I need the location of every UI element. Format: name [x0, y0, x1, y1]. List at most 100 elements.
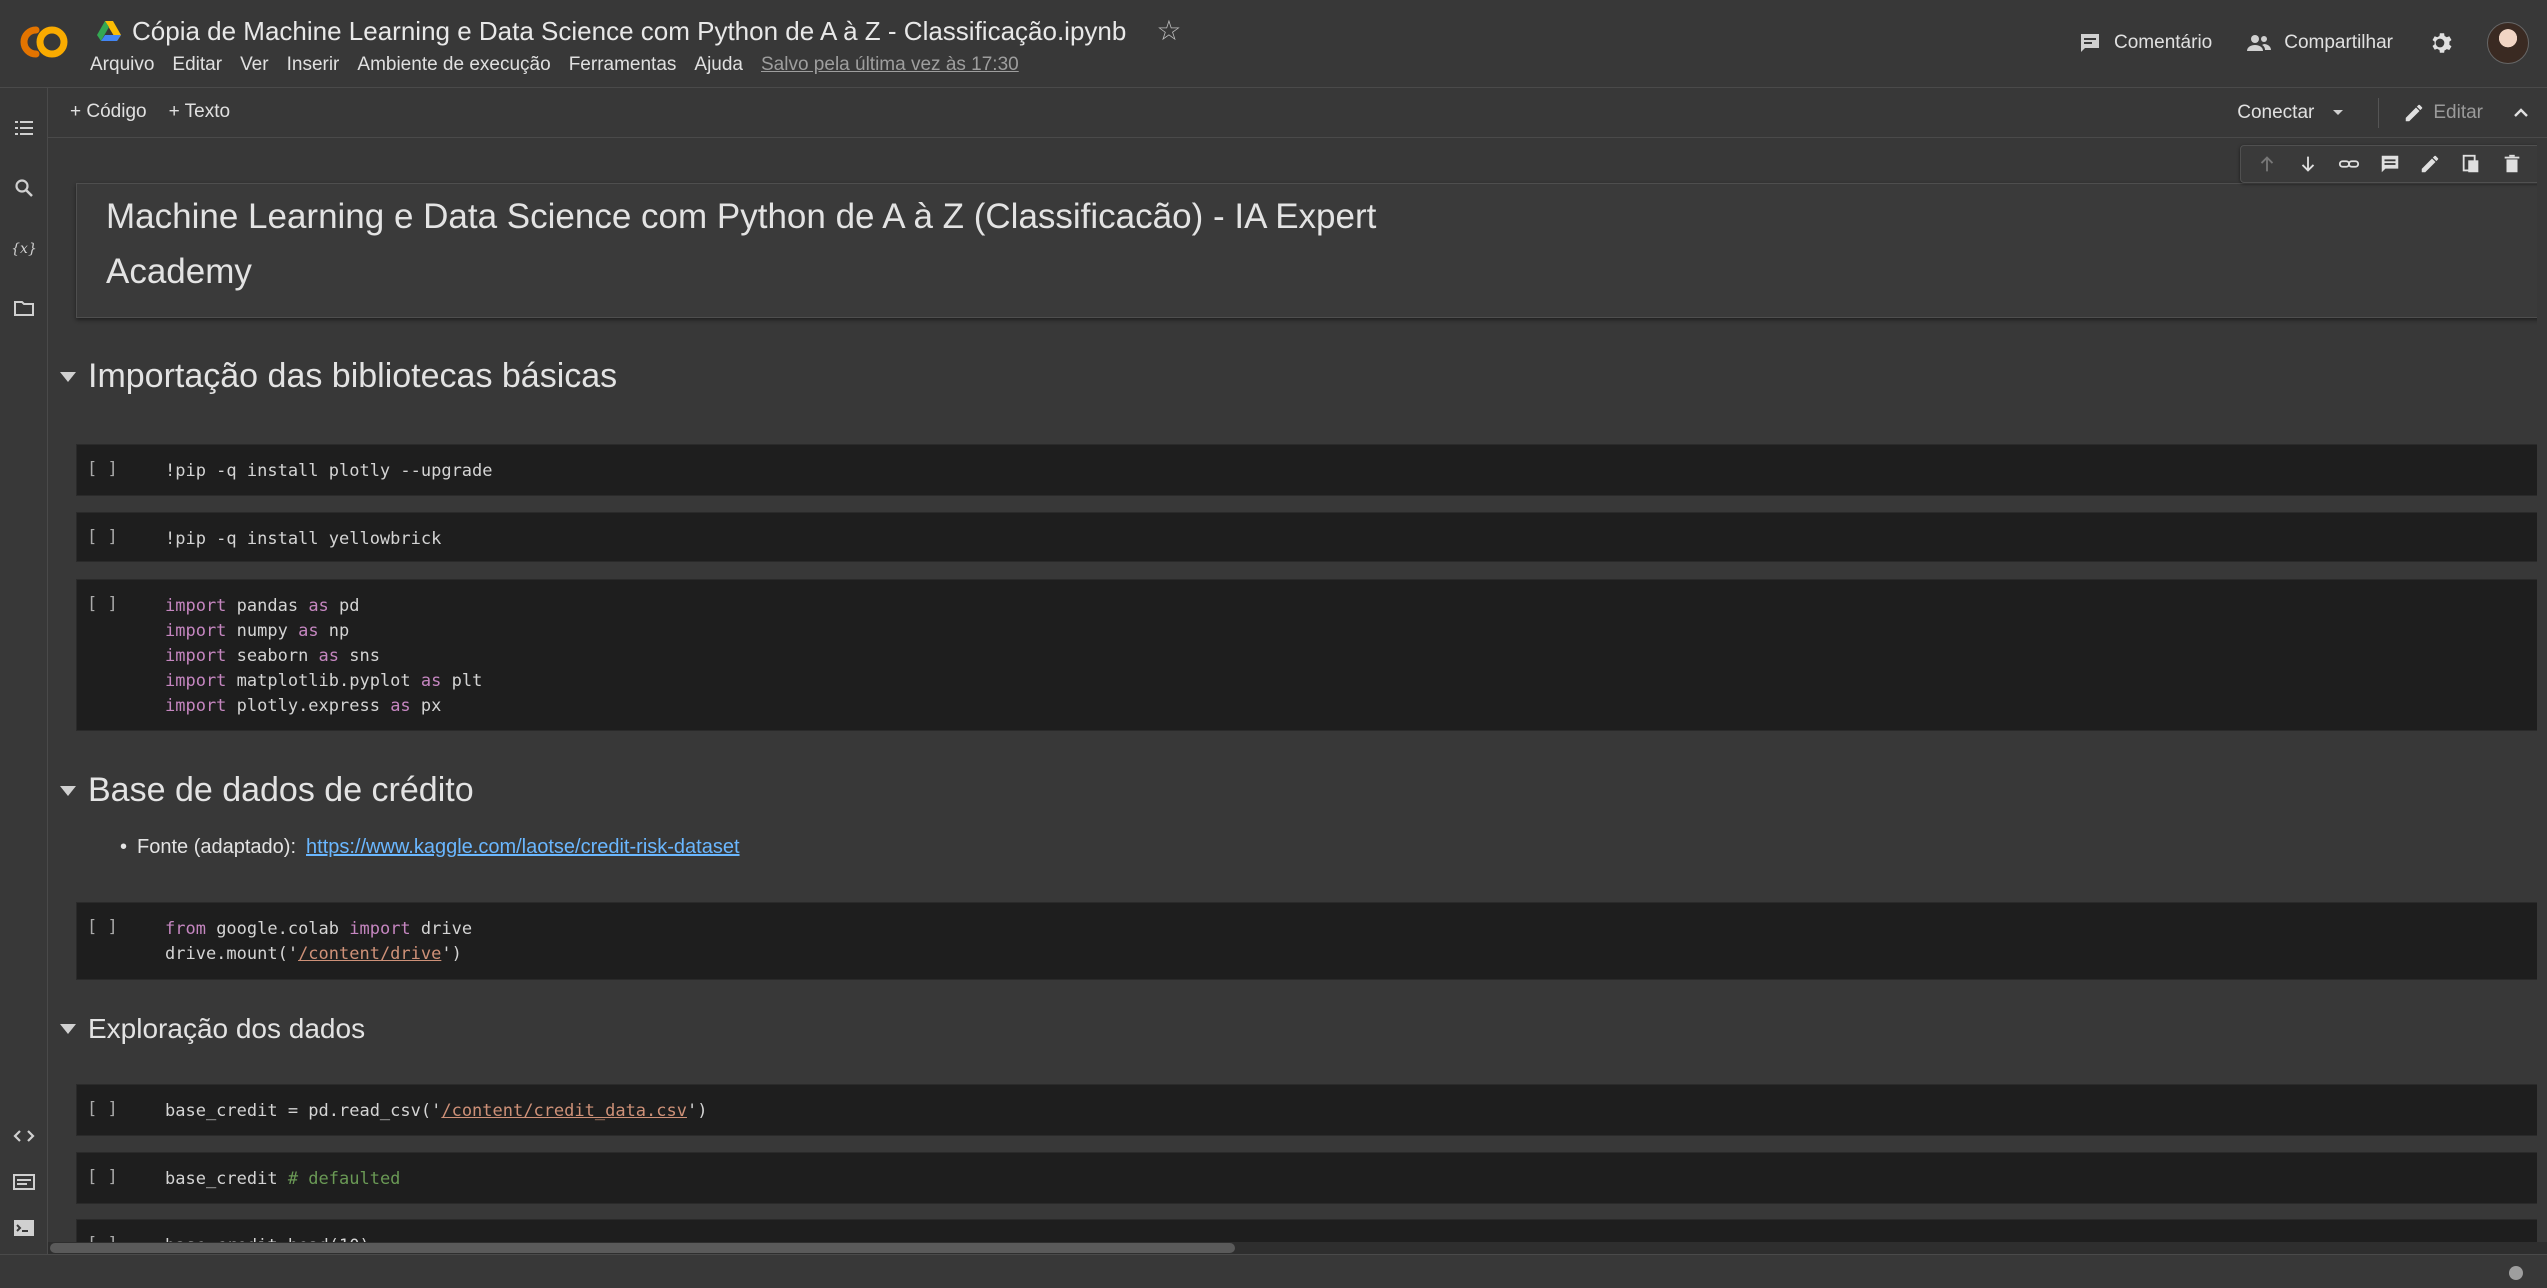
horizontal-scrollbar[interactable]	[48, 1242, 2547, 1254]
terminal-icon[interactable]	[12, 1216, 36, 1240]
run-cell-button[interactable]: [ ]	[87, 917, 118, 937]
add-code-button[interactable]: + Código	[70, 101, 147, 123]
share-button[interactable]: Compartilhar	[2246, 31, 2393, 55]
section-title: Base de dados de crédito	[88, 771, 474, 809]
code-token: drive.mount('	[165, 944, 299, 964]
delete-icon[interactable]	[2501, 153, 2523, 175]
code-keyword: as	[308, 596, 329, 616]
code-cell-base-credit[interactable]: [ ] base_credit # defaulted	[76, 1152, 2541, 1204]
code-string[interactable]: /content/drive	[298, 944, 441, 964]
connect-label: Conectar	[2237, 102, 2315, 123]
code-snippets-icon[interactable]	[12, 1124, 36, 1148]
vertical-scrollbar[interactable]	[2537, 139, 2547, 1244]
code-cell-pip-plotly[interactable]: [ ] !pip -q install plotly --upgrade	[76, 444, 2541, 496]
code-text[interactable]: import pandas as pd import numpy as np i…	[165, 594, 482, 719]
code-cell-pip-yellowbrick[interactable]: [ ] !pip -q install yellowbrick	[76, 512, 2541, 562]
code-token: sns	[339, 646, 380, 666]
code-keyword: import	[349, 919, 411, 939]
code-token: matplotlib.pyplot	[226, 671, 421, 691]
comment-button[interactable]: Comentário	[2078, 31, 2212, 55]
chevron-up-icon[interactable]	[2509, 101, 2533, 125]
code-token: drive	[410, 919, 473, 939]
run-cell-button[interactable]: [ ]	[87, 1099, 118, 1119]
document-title-row: Cópia de Machine Learning e Data Science…	[96, 14, 1181, 48]
code-text[interactable]: !pip -q install yellowbrick	[165, 527, 441, 552]
code-keyword: import	[165, 671, 227, 691]
code-token: seaborn	[226, 646, 319, 666]
menu-ver[interactable]: Ver	[240, 54, 269, 76]
menu-inserir[interactable]: Inserir	[287, 54, 340, 76]
move-down-icon[interactable]	[2297, 153, 2319, 175]
edit-button[interactable]: Editar	[2378, 98, 2483, 128]
gear-icon[interactable]	[2427, 30, 2453, 56]
menu-ambiente[interactable]: Ambiente de execução	[357, 54, 550, 76]
folder-icon[interactable]	[12, 296, 36, 320]
colab-logo[interactable]	[14, 22, 72, 62]
code-text[interactable]: base_credit # defaulted	[165, 1167, 400, 1192]
code-token: plotly.express	[226, 696, 391, 716]
share-icon	[2247, 35, 2272, 51]
code-text[interactable]: !pip -q install plotly --upgrade	[165, 459, 493, 484]
connect-button[interactable]: Conectar	[2229, 98, 2352, 128]
code-string[interactable]: /content/credit_data.csv	[441, 1101, 687, 1121]
code-token: google.colab	[205, 919, 350, 939]
status-bar	[0, 1254, 2547, 1288]
code-cell-drive-mount[interactable]: [ ] from google.colab import drive drive…	[76, 902, 2541, 980]
run-cell-button[interactable]: [ ]	[87, 594, 118, 614]
caret-down-icon[interactable]	[60, 371, 76, 382]
share-label: Compartilhar	[2284, 32, 2393, 53]
toolbar-right: Conectar Editar	[2229, 98, 2533, 128]
code-keyword: import	[165, 696, 227, 716]
caret-down-icon[interactable]	[60, 1024, 76, 1034]
last-saved-link[interactable]: Salvo pela última vez às 17:30	[761, 54, 1019, 76]
section-heading-credit[interactable]: Base de dados de crédito	[56, 771, 474, 810]
source-label: Fonte (adaptado):	[137, 836, 297, 858]
search-icon[interactable]	[12, 176, 36, 200]
code-cell-imports[interactable]: [ ] import pandas as pd import numpy as …	[76, 579, 2541, 731]
user-avatar[interactable]	[2487, 22, 2529, 64]
code-token: ')	[686, 1101, 708, 1121]
notebook-filename[interactable]: Cópia de Machine Learning e Data Science…	[132, 16, 1126, 47]
cell-toolbar	[2240, 145, 2547, 183]
run-cell-button[interactable]: [ ]	[87, 527, 118, 547]
colab-window: Cópia de Machine Learning e Data Science…	[0, 0, 2547, 1288]
comment-icon	[2081, 34, 2100, 52]
move-up-icon[interactable]	[2256, 153, 2278, 175]
svg-text:{x}: {x}	[12, 241, 36, 257]
kaggle-link[interactable]: https://www.kaggle.com/laotse/credit-ris…	[306, 836, 740, 859]
top-right-actions: Comentário Compartilhar	[2078, 22, 2529, 64]
edit-cell-icon[interactable]	[2419, 153, 2441, 175]
link-icon[interactable]	[2338, 153, 2360, 175]
caret-down-icon[interactable]	[60, 785, 76, 796]
menu-editar[interactable]: Editar	[172, 54, 222, 76]
code-token: px	[410, 696, 442, 716]
run-cell-button[interactable]: [ ]	[87, 459, 118, 479]
notebook-toolbar: + Código + Texto Conectar Editar	[48, 88, 2547, 138]
toc-icon[interactable]	[12, 116, 36, 140]
comment-cell-icon[interactable]	[2379, 153, 2401, 175]
variables-icon[interactable]: {x}	[12, 236, 36, 260]
code-keyword: as	[420, 671, 442, 691]
code-cell-read-csv[interactable]: [ ] base_credit = pd.read_csv('/content/…	[76, 1084, 2541, 1136]
pencil-icon	[2406, 104, 2423, 122]
left-sidebar: {x}	[0, 88, 48, 1254]
horizontal-scroll-thumb[interactable]	[50, 1243, 1235, 1253]
section-heading-imports[interactable]: Importação das bibliotecas básicas	[56, 357, 617, 396]
status-indicator[interactable]	[2509, 1266, 2523, 1280]
menu-ferramentas[interactable]: Ferramentas	[569, 54, 677, 76]
source-bullet: • Fonte (adaptado): https://www.kaggle.c…	[120, 836, 740, 859]
section-heading-exploration[interactable]: Exploração dos dados	[56, 1013, 365, 1045]
code-keyword: from	[165, 919, 206, 939]
mirror-cell-icon[interactable]	[2460, 153, 2482, 175]
code-cell-head[interactable]: [ ] base_credit.head(10)	[76, 1219, 2541, 1244]
code-text[interactable]: from google.colab import drive drive.mou…	[165, 917, 472, 967]
menu-ajuda[interactable]: Ajuda	[694, 54, 743, 76]
run-cell-button[interactable]: [ ]	[87, 1167, 118, 1187]
command-palette-icon[interactable]	[12, 1170, 36, 1194]
code-comment: # defaulted	[287, 1169, 401, 1189]
menu-arquivo[interactable]: Arquivo	[90, 54, 154, 76]
chevron-down-icon[interactable]	[2332, 109, 2344, 117]
star-icon[interactable]: ☆	[1156, 17, 1181, 45]
add-text-button[interactable]: + Texto	[169, 101, 230, 123]
code-text[interactable]: base_credit = pd.read_csv('/content/cred…	[165, 1099, 707, 1124]
